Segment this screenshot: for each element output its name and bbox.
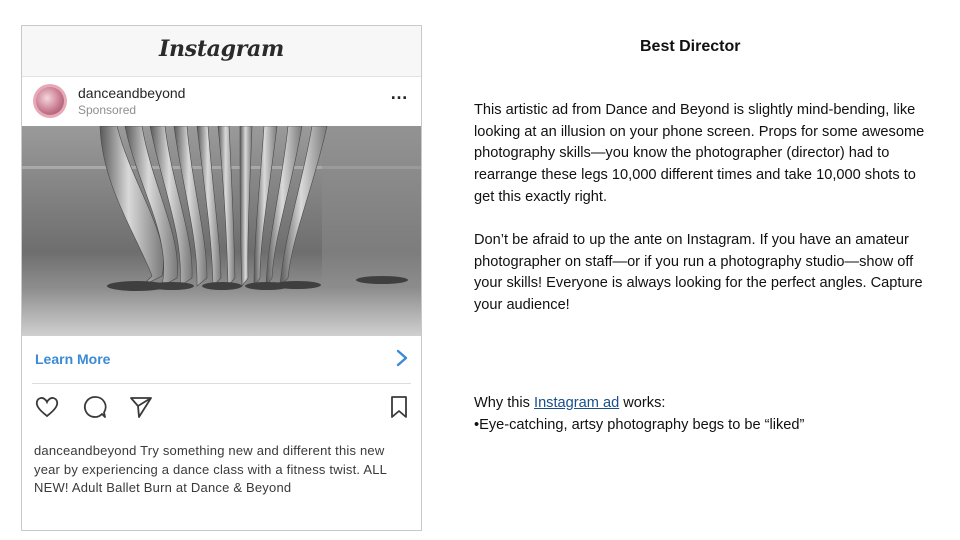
post-username[interactable]: danceandbeyond [78,85,185,101]
why-heading: Why this Instagram ad works: [474,393,936,415]
description-paragraph-2: Don’t be afraid to up the ante on Instag… [474,232,923,314]
description-paragraph-1: This artistic ad from Dance and Beyond i… [474,102,925,205]
learn-more-link[interactable]: Learn More [35,351,110,367]
share-icon[interactable] [128,394,154,420]
why-suffix: works: [619,395,666,411]
why-prefix: Why this [474,395,535,411]
instagram-logo: Instagram [159,36,284,62]
instagram-post-card: Instagram danceandbeyond Sponsored … Lea… [21,25,422,531]
instagram-header: Instagram [22,26,421,77]
learn-more-bar[interactable]: Learn More [22,338,421,380]
caption-username[interactable]: danceandbeyond [34,443,137,458]
avatar[interactable] [33,84,67,118]
divider [32,383,411,384]
more-options-icon[interactable]: … [390,84,409,102]
post-author-row: danceandbeyond Sponsored … [22,78,421,126]
sponsored-label: Sponsored [78,103,137,117]
heart-icon[interactable] [34,394,60,420]
ballet-legs-photo [22,126,421,336]
instagram-ad-link[interactable]: Instagram ad [534,395,619,411]
slide-title: Best Director [640,38,741,55]
why-it-works-section: Why this Instagram ad works: •Eye-catchi… [474,393,936,436]
post-caption: danceandbeyond Try something new and dif… [34,442,399,498]
bookmark-icon[interactable] [386,394,412,420]
chevron-right-icon[interactable] [395,348,409,368]
bullet-item: •Eye-catching, artsy photography begs to… [474,416,805,433]
post-actions [22,392,421,422]
post-photo[interactable] [22,126,421,336]
comment-icon[interactable] [82,394,108,420]
